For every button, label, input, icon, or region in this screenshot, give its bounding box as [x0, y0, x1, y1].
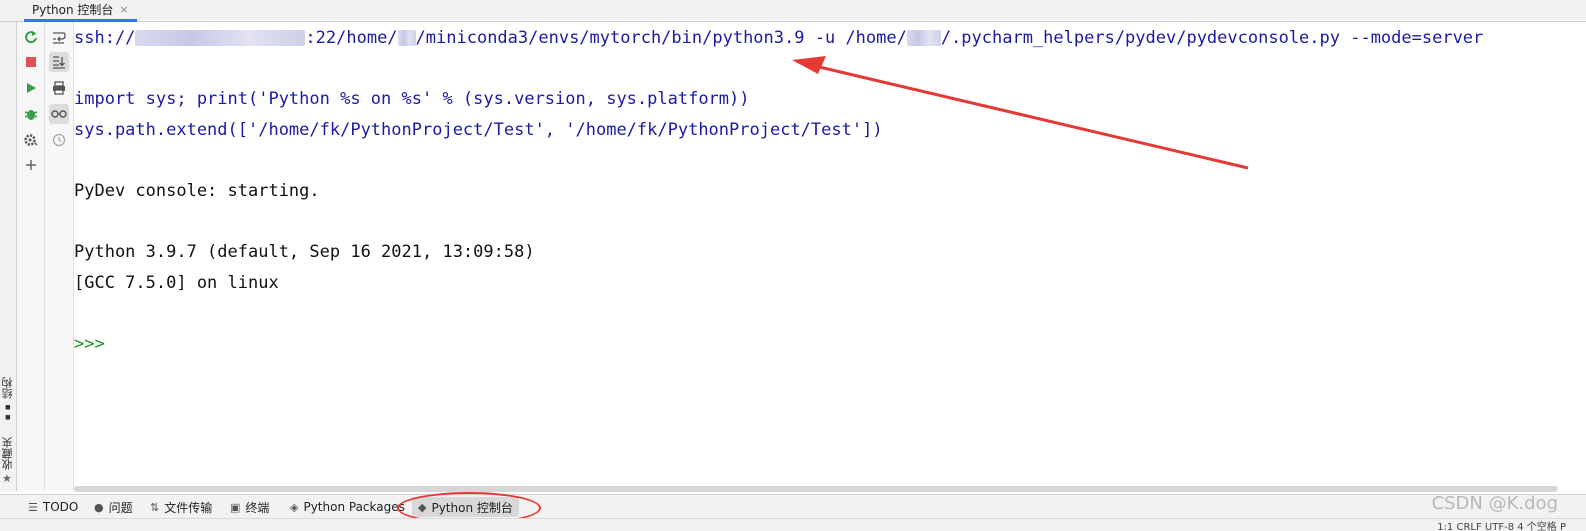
stop-button[interactable]: [21, 52, 41, 72]
debug-button[interactable]: [21, 104, 41, 124]
sys-path-line: sys.path.extend(['/home/fk/PythonProject…: [74, 120, 883, 140]
soft-wrap-icon: [53, 32, 66, 44]
transfer-icon: ⇅: [150, 500, 160, 514]
structure-label: 结构: [1, 377, 14, 399]
redacted-host: [135, 30, 306, 46]
tab-python-console[interactable]: Python 控制台 ×: [24, 0, 137, 22]
soft-wrap-button[interactable]: [49, 27, 69, 47]
ssh-port: :22/home/: [305, 28, 398, 48]
watermark: CSDN @K.dog: [1431, 493, 1558, 514]
status-bar: 1:1 CRLF UTF-8 4 个空格 P: [0, 518, 1586, 531]
console-toolbar-primary: [17, 22, 45, 491]
structure-icon: ▪▪: [3, 402, 13, 422]
rerun-icon: [25, 31, 37, 44]
tab-label: Python 控制台: [32, 2, 114, 17]
scroll-to-end-icon: [53, 56, 65, 69]
gear-icon: [24, 134, 38, 146]
add-console-button[interactable]: [21, 155, 41, 175]
history-button[interactable]: [49, 130, 69, 150]
redacted-user: [397, 30, 416, 46]
left-tool-strip: ▪▪ 结构 收藏夹 ★: [0, 22, 17, 491]
show-variables-button[interactable]: [49, 104, 69, 124]
tool-tab-file-transfer[interactable]: ⇅ 文件传输: [144, 497, 218, 517]
tool-tab-terminal[interactable]: ▣ 终端: [224, 497, 275, 517]
stop-icon: [26, 57, 36, 67]
tool-tab-todo[interactable]: ☰ TODO: [22, 497, 84, 517]
tab-bar: Python 控制台 ×: [0, 0, 1586, 22]
printer-icon: [53, 81, 65, 95]
ssh-prefix: ssh://: [74, 28, 136, 48]
favorites-label: 收藏夹: [1, 437, 14, 470]
import-line: import sys; print('Python %s on %s' % (s…: [74, 89, 750, 109]
redacted-user-2: [906, 30, 941, 46]
tool-tab-python-packages[interactable]: ◈ Python Packages: [284, 497, 411, 517]
horizontal-scrollbar[interactable]: [74, 486, 1558, 492]
settings-button[interactable]: [21, 130, 41, 150]
glasses-icon: [51, 110, 67, 118]
starting-line: PyDev console: starting.: [74, 181, 320, 201]
tool-tab-label: 文件传输: [164, 500, 213, 515]
gcc-line: [GCC 7.5.0] on linux: [74, 273, 279, 293]
ssh-tail: /.pycharm_helpers/pydev/pydevconsole.py …: [940, 28, 1484, 48]
clock-icon: [52, 133, 66, 147]
close-icon[interactable]: ×: [119, 1, 128, 19]
structure-tool-button[interactable]: ▪▪ 结构: [1, 377, 15, 422]
plus-icon: [26, 160, 36, 170]
star-icon: ★: [2, 472, 12, 485]
tool-tab-problems[interactable]: ● 问题: [88, 497, 139, 517]
tool-tab-label: Python Packages: [303, 500, 405, 514]
tool-tab-label: 问题: [108, 500, 133, 515]
run-button[interactable]: [21, 78, 41, 98]
scroll-to-end-button[interactable]: [49, 52, 69, 72]
layers-icon: ◈: [290, 500, 299, 514]
info-icon: ●: [94, 500, 104, 514]
print-button[interactable]: [49, 78, 69, 98]
run-icon: [27, 83, 36, 93]
tool-tab-label: TODO: [42, 500, 79, 514]
favorites-tool-button[interactable]: 收藏夹: [1, 437, 15, 470]
terminal-icon: ▣: [230, 500, 241, 514]
console-prompt[interactable]: >>>: [74, 333, 105, 355]
bug-icon: [24, 110, 38, 120]
tool-tab-label: 终端: [245, 500, 270, 515]
ssh-command-line: ssh:// :22/home/ /miniconda3/envs/mytorch/…: [74, 27, 1483, 49]
list-icon: ☰: [28, 500, 38, 514]
python-version-line: Python 3.9.7 (default, Sep 16 2021, 13:0…: [74, 242, 535, 262]
console-output[interactable]: ssh:// :22/home/ /miniconda3/envs/mytorch/…: [74, 22, 1586, 488]
console-toolbar-secondary: [45, 22, 74, 491]
bottom-tool-bar: ☰ TODO ● 问题 ⇅ 文件传输 ▣ 终端 ◈ Python Package…: [0, 494, 1586, 519]
rerun-button[interactable]: [21, 27, 41, 47]
status-text: 1:1 CRLF UTF-8 4 个空格 P: [1437, 522, 1566, 531]
ssh-path: /miniconda3/envs/mytorch/bin/python3.9 -…: [415, 28, 907, 48]
